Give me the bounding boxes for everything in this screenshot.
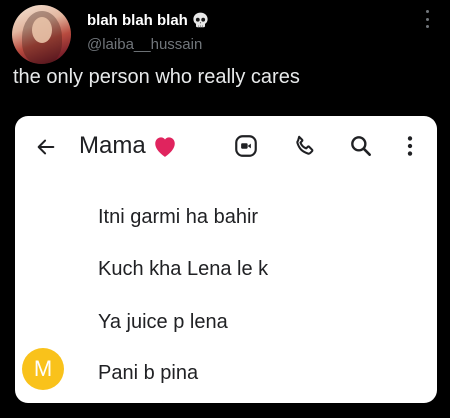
more-vertical-icon[interactable] <box>397 133 423 159</box>
message-text[interactable]: Kuch kha Lena le k <box>98 258 268 281</box>
more-options-icon[interactable] <box>423 10 431 28</box>
back-arrow-icon[interactable] <box>35 136 57 158</box>
contact-name[interactable]: Mama <box>79 132 146 160</box>
search-icon[interactable] <box>348 133 374 159</box>
message-text[interactable]: Itni garmi ha bahir <box>98 206 258 229</box>
sender-avatar[interactable]: M <box>22 348 64 390</box>
skull-emoji-icon <box>193 12 208 28</box>
user-handle[interactable]: @laiba__hussain <box>87 36 202 53</box>
video-call-icon[interactable] <box>233 133 259 159</box>
tweet-text: the only person who really cares <box>13 66 300 88</box>
user-avatar[interactable] <box>12 5 71 64</box>
red-heart-emoji-icon <box>154 137 175 157</box>
message-text[interactable]: Ya juice p lena <box>98 311 228 334</box>
display-name[interactable]: blah blah blah <box>87 12 188 29</box>
message-text[interactable]: Pani b pina <box>98 362 198 385</box>
phone-icon[interactable] <box>292 133 318 159</box>
chat-screenshot-card: Mama Itni garmi ha bahir Kuch kha Lena l… <box>15 116 437 403</box>
avatar-face <box>32 17 52 43</box>
chat-header: Mama <box>79 132 178 160</box>
display-name-row[interactable]: blah blah blah <box>87 11 210 30</box>
